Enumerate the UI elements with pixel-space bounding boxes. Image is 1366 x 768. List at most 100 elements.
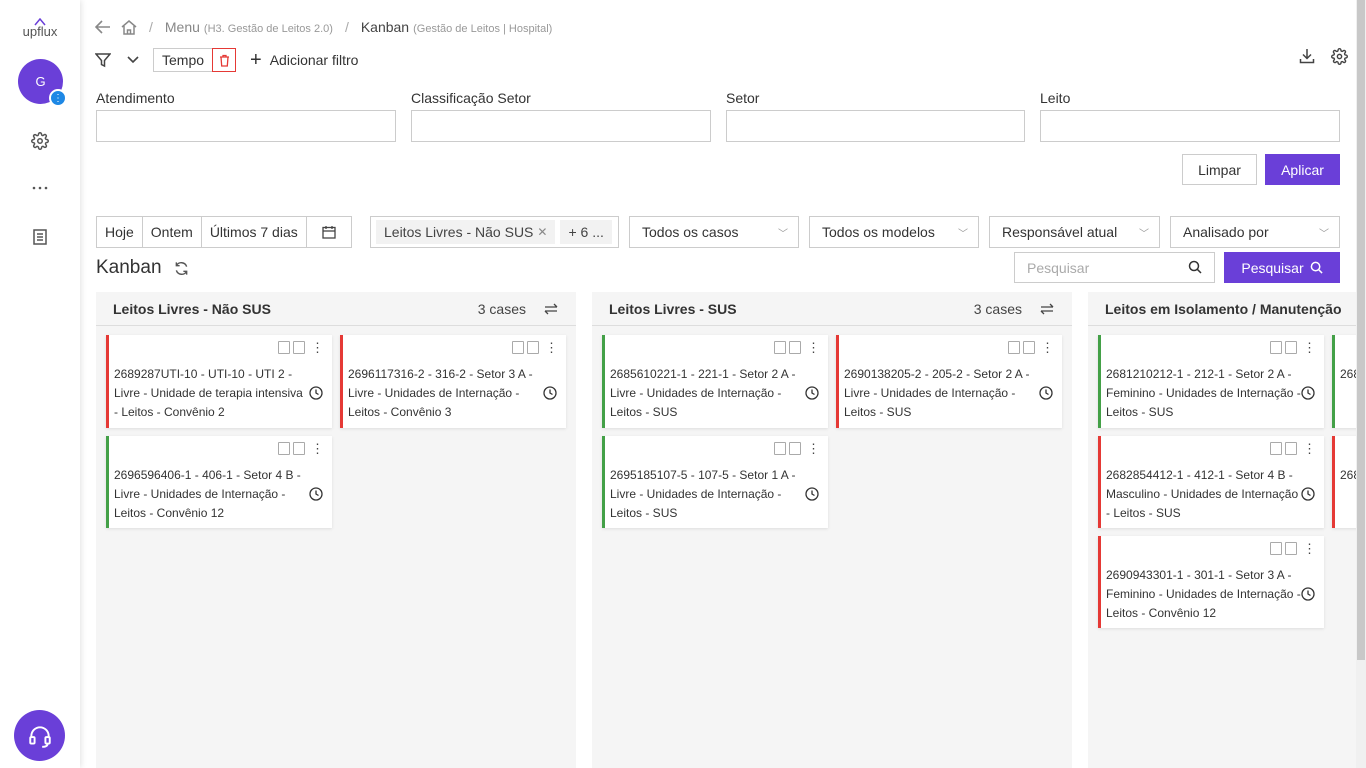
- clock-icon[interactable]: [309, 386, 323, 400]
- clock-icon[interactable]: [1039, 386, 1053, 400]
- pesquisar-button[interactable]: Pesquisar: [1224, 252, 1340, 283]
- bookmark-doc-icon[interactable]: [293, 341, 305, 354]
- responsavel-dropdown[interactable]: Responsável atual ﹀: [989, 216, 1160, 248]
- cases-dropdown[interactable]: Todos os casos ﹀: [629, 216, 799, 248]
- tempo-filter-chip[interactable]: Tempo: [153, 48, 237, 72]
- edit-doc-icon[interactable]: [1270, 341, 1282, 354]
- settings-gear-icon[interactable]: [1331, 48, 1348, 65]
- scrollbar-thumb[interactable]: [1357, 0, 1365, 660]
- home-icon[interactable]: [121, 19, 137, 35]
- kanban-card[interactable]: ⋮ 2681210212-1 - 212-1 - Setor 2 A - Fem…: [1098, 335, 1324, 428]
- swap-icon[interactable]: [1040, 303, 1054, 315]
- atendimento-input[interactable]: [96, 110, 396, 142]
- trash-icon[interactable]: [212, 48, 237, 72]
- edit-doc-icon[interactable]: [512, 341, 524, 354]
- chevron-down-icon[interactable]: [127, 56, 139, 64]
- leito-input[interactable]: [1040, 110, 1340, 142]
- date-ontem-button[interactable]: Ontem: [143, 217, 202, 247]
- clock-icon[interactable]: [1301, 487, 1315, 501]
- kebab-menu-icon[interactable]: ⋮: [1041, 341, 1054, 354]
- kanban-card[interactable]: ⋮ 2695185107-5 - 107-5 - Setor 1 A - Liv…: [602, 436, 828, 528]
- clock-icon[interactable]: [805, 386, 819, 400]
- card-text: 2695185107-5 - 107-5 - Setor 1 A - Livre…: [610, 468, 796, 520]
- edit-doc-icon[interactable]: [278, 341, 290, 354]
- date-hoje-button[interactable]: Hoje: [97, 217, 143, 247]
- bookmark-doc-icon[interactable]: [293, 442, 305, 455]
- support-button[interactable]: [14, 710, 65, 761]
- bookmark-doc-icon[interactable]: [1285, 442, 1297, 455]
- clock-icon[interactable]: [309, 487, 323, 501]
- setor-input[interactable]: [726, 110, 1025, 142]
- kebab-menu-icon[interactable]: ⋮: [311, 341, 324, 354]
- bookmark-doc-icon[interactable]: [1285, 542, 1297, 555]
- filter-bar: Tempo + Adicionar filtro: [95, 48, 358, 72]
- bookmark-doc-icon[interactable]: [789, 442, 801, 455]
- column-header: Leitos Livres - SUS 3 cases: [592, 292, 1072, 326]
- limpar-button[interactable]: Limpar: [1182, 154, 1257, 185]
- bookmark-doc-icon[interactable]: [527, 341, 539, 354]
- refresh-icon[interactable]: [174, 261, 189, 276]
- breadcrumb-separator: /: [344, 19, 349, 35]
- main-content: / Menu (H3. Gestão de Leitos 2.0) / Kanba…: [80, 0, 1366, 768]
- kebab-menu-icon[interactable]: ⋮: [1303, 542, 1316, 555]
- breadcrumb-menu[interactable]: Menu (H3. Gestão de Leitos 2.0): [165, 19, 333, 35]
- avatar-menu-badge[interactable]: ⋮: [49, 89, 67, 107]
- kebab-menu-icon[interactable]: ⋮: [311, 442, 324, 455]
- card-text: 2690138205-2 - 205-2 - Setor 2 A - Livre…: [844, 367, 1030, 419]
- card-text: 268 Ma - Le: [1340, 367, 1356, 381]
- document-list-icon[interactable]: [28, 225, 52, 249]
- kanban-card[interactable]: 268 Fer Lei: [1332, 436, 1356, 528]
- kanban-card[interactable]: ⋮ 2690138205-2 - 205-2 - Setor 2 A - Liv…: [836, 335, 1062, 428]
- edit-doc-icon[interactable]: [1008, 341, 1020, 354]
- swap-icon[interactable]: [544, 303, 558, 315]
- column-title: Leitos em Isolamento / Manutenção: [1105, 300, 1342, 317]
- back-arrow-icon[interactable]: [95, 20, 111, 34]
- page-title: Kanban: [96, 257, 189, 279]
- vertical-scrollbar[interactable]: [1356, 0, 1366, 768]
- clock-icon[interactable]: [543, 386, 557, 400]
- bookmark-doc-icon[interactable]: [1285, 341, 1297, 354]
- column-tag-select[interactable]: Leitos Livres - Não SUS ✕ + 6 ...: [370, 216, 619, 248]
- edit-doc-icon[interactable]: [774, 341, 786, 354]
- date-last7-button[interactable]: Últimos 7 dias: [202, 217, 307, 247]
- user-avatar[interactable]: G ⋮: [18, 59, 67, 107]
- clock-icon[interactable]: [1301, 587, 1315, 601]
- calendar-icon[interactable]: [307, 217, 351, 247]
- kebab-menu-icon[interactable]: ⋮: [807, 341, 820, 354]
- more-horizontal-icon[interactable]: [28, 176, 52, 200]
- kanban-card[interactable]: ⋮ 2682854412-1 - 412-1 - Setor 4 B - Mas…: [1098, 436, 1324, 528]
- models-dropdown[interactable]: Todos os modelos ﹀: [809, 216, 979, 248]
- edit-doc-icon[interactable]: [1270, 542, 1282, 555]
- kanban-card[interactable]: 268 Ma - Le: [1332, 335, 1356, 428]
- kebab-menu-icon[interactable]: ⋮: [807, 442, 820, 455]
- kanban-card[interactable]: ⋮ 2696596406-1 - 406-1 - Setor 4 B - Liv…: [106, 436, 332, 528]
- filter-icon[interactable]: [95, 52, 111, 68]
- download-icon[interactable]: [1299, 48, 1315, 64]
- aplicar-button[interactable]: Aplicar: [1265, 154, 1340, 185]
- bookmark-doc-icon[interactable]: [789, 341, 801, 354]
- column-header: Leitos Livres - Não SUS 3 cases: [96, 292, 576, 326]
- tag-remove-icon[interactable]: ✕: [537, 225, 547, 239]
- add-filter-button[interactable]: + Adicionar filtro: [250, 50, 358, 70]
- kebab-menu-icon[interactable]: ⋮: [1303, 341, 1316, 354]
- kebab-menu-icon[interactable]: ⋮: [1303, 442, 1316, 455]
- edit-doc-icon[interactable]: [278, 442, 290, 455]
- clock-icon[interactable]: [1301, 386, 1315, 400]
- kanban-card[interactable]: ⋮ 2696117316-2 - 316-2 - Setor 3 A - Liv…: [340, 335, 566, 428]
- kanban-card[interactable]: ⋮ 2689287UTI-10 - UTI-10 - UTI 2 - Livre…: [106, 335, 332, 428]
- kanban-card[interactable]: ⋮ 2690943301-1 - 301-1 - Setor 3 A - Fem…: [1098, 536, 1324, 628]
- card-text: 2690943301-1 - 301-1 - Setor 3 A - Femin…: [1106, 568, 1301, 620]
- bookmark-doc-icon[interactable]: [1023, 341, 1035, 354]
- app-logo[interactable]: upflux: [18, 18, 62, 40]
- classificacao-setor-input[interactable]: [411, 110, 711, 142]
- gear-icon[interactable]: [28, 129, 52, 153]
- edit-doc-icon[interactable]: [1270, 442, 1282, 455]
- atendimento-label: Atendimento: [96, 90, 175, 106]
- more-tags-indicator[interactable]: + 6 ...: [560, 220, 612, 244]
- analisado-dropdown[interactable]: Analisado por ﹀: [1170, 216, 1340, 248]
- edit-doc-icon[interactable]: [774, 442, 786, 455]
- kebab-menu-icon[interactable]: ⋮: [545, 341, 558, 354]
- clock-icon[interactable]: [805, 487, 819, 501]
- kanban-search-input[interactable]: [1014, 252, 1215, 283]
- kanban-card[interactable]: ⋮ 2685610221-1 - 221-1 - Setor 2 A - Liv…: [602, 335, 828, 428]
